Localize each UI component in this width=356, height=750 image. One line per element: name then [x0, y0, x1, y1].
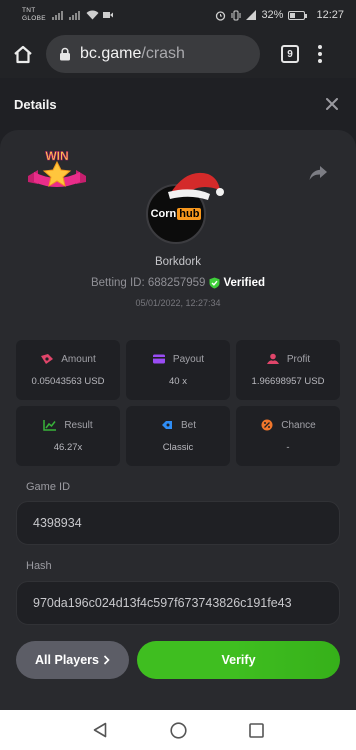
- stat-label: Payout: [172, 353, 205, 365]
- battery-percent: 32%: [261, 9, 284, 21]
- address-bar[interactable]: bc.game/crash: [46, 35, 260, 73]
- username: Borkdork: [154, 256, 202, 268]
- alarm-icon: [216, 10, 226, 21]
- betting-id-row: Betting ID: 688257959 Verified: [0, 277, 356, 289]
- result-icon: [43, 420, 57, 431]
- carrier-line-2: GLOBE: [22, 15, 46, 22]
- payout-icon: [152, 354, 165, 364]
- stat-label: Profit: [286, 353, 311, 365]
- stat-value: 1.96698957 USD: [251, 376, 325, 387]
- stat-value: 0.05043563 USD: [31, 376, 105, 387]
- share-icon: [309, 166, 327, 180]
- carrier-name: TNT GLOBE: [22, 7, 46, 23]
- bet-timestamp: 05/01/2022, 12:27:34: [135, 298, 221, 308]
- bet-icon: [161, 421, 172, 429]
- carrier-line-1: TNT: [22, 7, 36, 14]
- back-triangle-icon: [93, 722, 107, 738]
- stat-payout: Payout 40 x: [126, 340, 230, 400]
- game-id-label: Game ID: [26, 481, 71, 493]
- back-button[interactable]: [90, 720, 110, 740]
- stat-amount: Amount 0.05043563 USD: [16, 340, 120, 400]
- stat-chance: Chance -: [236, 406, 340, 466]
- home-icon: [14, 45, 32, 63]
- avatar-text-corn: Corn: [150, 208, 177, 220]
- home-circle-icon: [169, 721, 187, 739]
- share-button[interactable]: [308, 164, 328, 182]
- close-icon: [326, 98, 338, 110]
- tab-switcher-button[interactable]: 9: [281, 45, 299, 63]
- game-id-field[interactable]: 4398934: [16, 501, 340, 545]
- verified-badge: Verified: [209, 277, 265, 289]
- chance-icon: [261, 419, 273, 431]
- stat-result: Result 46.27x: [16, 406, 120, 466]
- user-avatar: Corn hub: [146, 172, 224, 246]
- stat-value: Classic: [162, 442, 194, 453]
- home-nav-button[interactable]: [168, 720, 188, 740]
- stat-value: 46.27x: [53, 442, 83, 453]
- home-button[interactable]: [10, 41, 36, 67]
- recents-button[interactable]: [246, 720, 266, 740]
- url-host: bc.game: [80, 45, 142, 62]
- signal-full-icon: [246, 10, 257, 20]
- betting-id: Betting ID: 688257959: [90, 277, 206, 289]
- battery-icon: [288, 10, 308, 20]
- browser-toolbar: bc.game/crash 9: [0, 30, 356, 78]
- recents-square-icon: [248, 722, 264, 738]
- stat-bet: Bet Classic: [126, 406, 230, 466]
- browser-menu-icon[interactable]: [317, 45, 323, 63]
- lock-icon: [60, 47, 70, 61]
- signal-icon-2: [68, 10, 80, 20]
- stat-label: Result: [64, 419, 93, 431]
- stats-grid: Amount 0.05043563 USD Payout 40 x Profit…: [16, 340, 340, 466]
- amount-icon: [41, 354, 54, 364]
- all-players-button[interactable]: All Players: [16, 641, 129, 679]
- details-panel: WIN Corn hub Borkdork Betting ID: 6882579…: [0, 130, 356, 710]
- hash-field[interactable]: 970da196c024d13f4c597f673743826c191fe43: [16, 581, 340, 625]
- stat-label: Chance: [281, 419, 316, 431]
- signal-icon: [51, 10, 63, 20]
- santa-hat-icon: [168, 172, 224, 200]
- wifi-icon: [86, 10, 99, 20]
- stat-value: -: [286, 442, 290, 453]
- stat-value: 40 x: [169, 376, 187, 387]
- verify-button[interactable]: Verify: [137, 641, 340, 679]
- win-badge-text: WIN: [45, 149, 68, 163]
- status-bar: TNT GLOBE 32% 12:27: [0, 0, 356, 30]
- details-header: Details: [0, 78, 356, 130]
- stat-profit: Profit 1.96698957 USD: [236, 340, 340, 400]
- system-nav-bar: [0, 710, 356, 750]
- win-badge-icon: WIN: [28, 149, 86, 188]
- profit-icon: [266, 353, 279, 364]
- vibrate-icon: [231, 10, 241, 20]
- verified-label: Verified: [223, 277, 265, 289]
- chevron-right-icon: [103, 655, 110, 665]
- page-title: Details: [14, 96, 57, 112]
- video-icon: [102, 12, 113, 18]
- close-button[interactable]: [322, 94, 342, 114]
- avatar-text-hub: hub: [177, 208, 202, 220]
- stat-label: Amount: [61, 353, 96, 365]
- shield-check-icon: [209, 277, 220, 289]
- clock: 12:27: [316, 9, 344, 21]
- all-players-label: All Players: [35, 653, 99, 667]
- hash-label: Hash: [26, 560, 52, 572]
- url-path: /crash: [141, 45, 185, 62]
- stat-label: Bet: [180, 419, 196, 431]
